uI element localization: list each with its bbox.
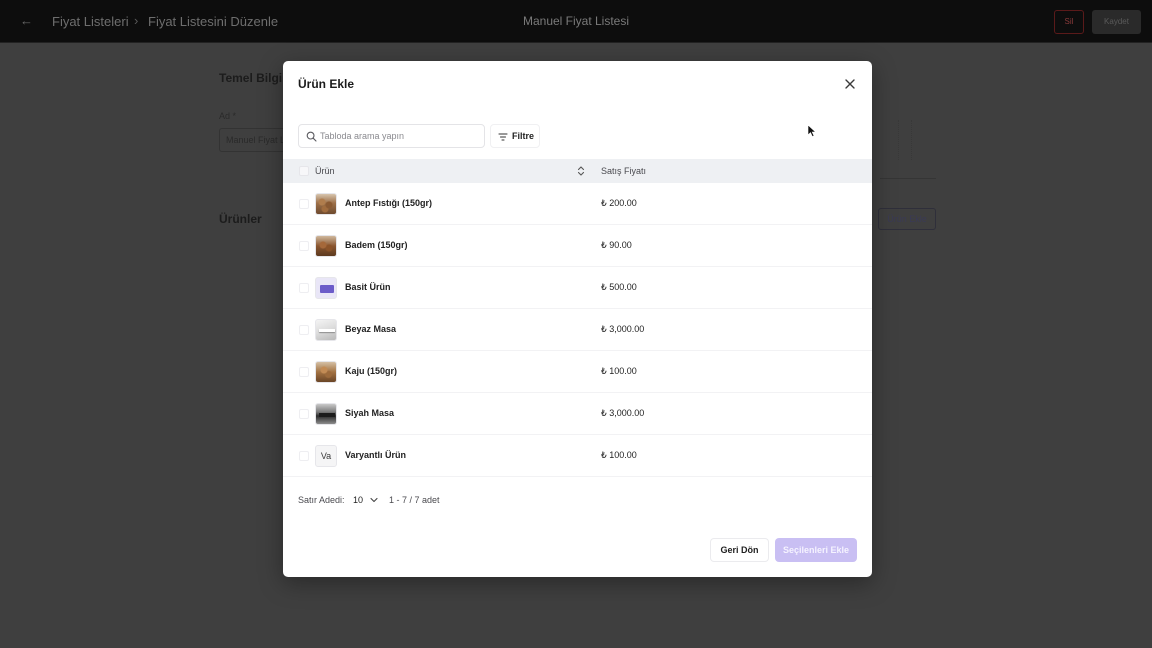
row-checkbox[interactable] [299,283,309,293]
add-selected-button[interactable]: Seçilenleri Ekle [775,538,857,562]
product-price: ₺ 3,000.00 [601,324,645,334]
row-checkbox[interactable] [299,325,309,335]
product-thumbnail: Va [315,445,337,467]
background-divider-line [880,178,936,179]
row-checkbox[interactable] [299,199,309,209]
dialog-title: Ürün Ekle [298,77,355,91]
product-price: ₺ 200.00 [601,198,637,208]
sort-icon[interactable] [577,165,585,177]
product-name: Beyaz Masa [345,324,397,334]
search-icon [306,131,317,142]
product-thumbnail [315,361,337,383]
product-name: Badem (150gr) [345,240,408,250]
table-row[interactable]: Kaju (150gr) ₺ 100.00 [283,351,872,393]
page-title: Manuel Fiyat Listesi [522,14,630,28]
product-price: ₺ 500.00 [601,282,637,292]
column-header-product[interactable]: Ürün [315,166,335,176]
close-icon[interactable] [843,77,857,91]
top-bar: ← Fiyat Listeleri › Fiyat Listesini Düze… [0,0,1152,43]
products-heading: Ürünler [219,212,262,226]
table-row[interactable]: Siyah Masa ₺ 3,000.00 [283,393,872,435]
table-row[interactable]: Antep Fıstığı (150gr) ₺ 200.00 [283,183,872,225]
row-checkbox[interactable] [299,409,309,419]
table-row[interactable]: Basit Ürün ₺ 500.00 [283,267,872,309]
save-button[interactable]: Kaydet [1092,10,1141,34]
delete-button[interactable]: Sil [1054,10,1084,34]
column-header-price: Satış Fiyatı [601,166,647,176]
add-product-dialog: Ürün Ekle Filtre Ürün Satış Fiyatı Antep… [283,61,872,577]
table-row[interactable]: Beyaz Masa ₺ 3,000.00 [283,309,872,351]
mouse-cursor-icon [807,124,817,138]
product-price: ₺ 90.00 [601,240,632,250]
rows-per-page-select[interactable]: 10 [348,490,384,510]
product-price: ₺ 100.00 [601,450,637,460]
name-label: Ad * [219,111,237,121]
search-input[interactable] [320,128,480,144]
table-row[interactable]: Badem (150gr) ₺ 90.00 [283,225,872,267]
product-thumbnail [315,235,337,257]
rows-per-page-label: Satır Adedi: [298,495,345,505]
product-price: ₺ 100.00 [601,366,637,376]
product-price: ₺ 3,000.00 [601,408,645,418]
add-product-button[interactable]: Ürün Ekle [878,208,936,230]
table-header: Ürün Satış Fiyatı [283,159,872,183]
product-name: Siyah Masa [345,408,395,418]
basic-info-heading: Temel Bilgile [219,71,293,85]
background-divider [898,120,912,160]
row-checkbox[interactable] [299,241,309,251]
go-back-button[interactable]: Geri Dön [710,538,769,562]
product-thumbnail [315,319,337,341]
rows-per-page-value: 10 [353,495,364,505]
row-checkbox[interactable] [299,451,309,461]
product-name: Kaju (150gr) [345,366,398,376]
product-thumbnail [315,193,337,215]
name-field[interactable]: Manuel Fiyat L [219,128,283,152]
select-all-checkbox[interactable] [299,166,309,176]
filter-button[interactable]: Filtre [490,124,540,148]
row-checkbox[interactable] [299,367,309,377]
product-name: Basit Ürün [345,282,391,292]
filter-icon [498,133,508,141]
search-box[interactable] [298,124,485,148]
filter-label: Filtre [512,131,535,141]
table-row[interactable]: Va Varyantlı Ürün ₺ 100.00 [283,435,872,477]
product-thumbnail [315,403,337,425]
product-thumbnail [315,277,337,299]
product-name: Antep Fıstığı (150gr) [345,198,433,208]
product-name: Varyantlı Ürün [345,450,407,460]
pagination-info: 1 - 7 / 7 adet [389,495,440,505]
chevron-down-icon [370,497,378,503]
